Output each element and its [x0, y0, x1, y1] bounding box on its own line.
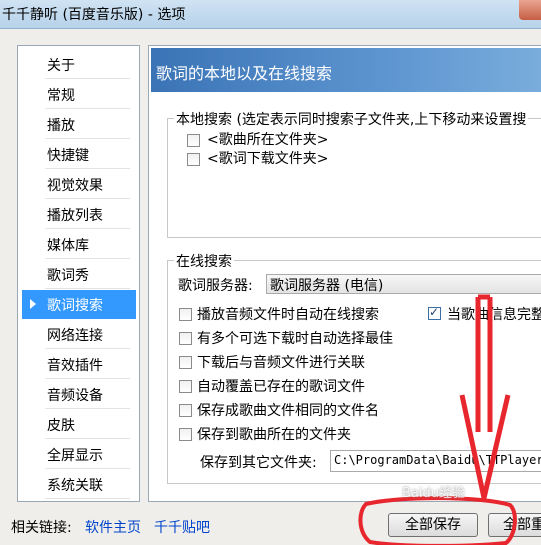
auto-online-search-label: 播放音频文件时自动在线搜索 [197, 307, 379, 323]
nav-item-audio-device[interactable]: 音频设备 [22, 380, 136, 409]
song-folder-checkbox[interactable] [187, 134, 200, 147]
auto-online-search-checkbox[interactable] [179, 308, 192, 321]
save-to-song-folder-checkbox[interactable] [179, 428, 192, 441]
auto-select-best-label: 有多个可选下载时自动选择最佳 [197, 331, 393, 347]
forum-link[interactable]: 千千贴吧 [154, 517, 210, 537]
nav-item-label: 网络连接 [47, 328, 103, 344]
nav-item-effect-plugins[interactable]: 音效插件 [22, 350, 136, 379]
associate-after-download-checkbox[interactable] [179, 356, 192, 369]
lyrics-server-label: 歌词服务器: [178, 278, 253, 294]
song-folder-label: <歌曲所在文件夹> [207, 132, 329, 148]
close-button[interactable] [519, 0, 541, 20]
save-path-label: 保存到其它文件夹: [200, 455, 317, 471]
info-complete-label: 当歌曲信息完整 [447, 307, 541, 323]
nav-item-label: 音效插件 [47, 358, 103, 374]
panel-header: 歌词的本地以及在线搜索 [151, 48, 541, 92]
nav-item-playlist[interactable]: 播放列表 [22, 200, 136, 229]
online-search-title: 在线搜索 [174, 251, 234, 271]
nav-item-lyrics-search[interactable]: 歌词搜索 [22, 290, 136, 319]
homepage-link[interactable]: 软件主页 [85, 517, 141, 537]
nav-item-label: 视觉效果 [47, 178, 103, 194]
save-all-button[interactable]: 全部保存 [388, 513, 478, 537]
related-links-label: 相关链接: [11, 520, 72, 536]
lyrics-download-folder-label: <歌词下载文件夹> [207, 151, 329, 167]
nav-item-label: 快捷键 [47, 148, 89, 164]
nav-item-general[interactable]: 常规 [22, 80, 136, 109]
nav-item-label: 播放列表 [47, 208, 103, 224]
nav-item-label: 全屏显示 [47, 448, 103, 464]
same-filename-label: 保存成歌曲文件相同的文件名 [197, 403, 379, 419]
nav-item-file-association[interactable]: 系统关联 [22, 470, 136, 499]
auto-overwrite-label: 自动覆盖已存在的歌词文件 [197, 379, 365, 395]
nav-item-label: 系统关联 [47, 478, 103, 494]
nav-item-skin[interactable]: 皮肤 [22, 410, 136, 439]
nav-item-label: 常规 [47, 88, 75, 104]
auto-overwrite-checkbox[interactable] [179, 380, 192, 393]
associate-after-download-label: 下载后与音频文件进行关联 [197, 355, 365, 371]
lyrics-download-folder-checkbox[interactable] [187, 153, 200, 166]
nav-item-fullscreen[interactable]: 全屏显示 [22, 440, 136, 469]
selected-arrow-icon [30, 299, 36, 309]
nav-item-label: 关于 [47, 58, 75, 74]
window-title: 千千静听 (百度音乐版) - 选项 [2, 7, 186, 23]
nav-item-label: 媒体库 [47, 238, 89, 254]
nav-item-about[interactable]: 关于 [22, 50, 136, 79]
nav-item-label: 皮肤 [47, 418, 75, 434]
panel-title: 歌词的本地以及在线搜索 [156, 64, 333, 83]
auto-select-best-checkbox[interactable] [179, 332, 192, 345]
nav-item-label: 播放 [47, 118, 75, 134]
title-bar: 千千静听 (百度音乐版) - 选项 [0, 0, 541, 29]
nav-item-lyrics-show[interactable]: 歌词秀 [22, 260, 136, 289]
save-path-field[interactable]: C:\ProgramData\Baidu\TTPlayer [330, 450, 541, 472]
nav-item-label: 音频设备 [47, 388, 103, 404]
local-search-title: 本地搜索 (选定表示同时搜索子文件夹,上下移动来设置搜 [174, 109, 529, 129]
save-to-song-folder-label: 保存到歌曲所在的文件夹 [197, 427, 351, 443]
watermark-text: Baidu经验 [402, 486, 465, 501]
nav-item-label: 歌词搜索 [47, 298, 103, 314]
info-complete-checkbox[interactable] [428, 305, 441, 320]
nav-item-visual-effects[interactable]: 视觉效果 [22, 170, 136, 199]
save-path-value: C:\ProgramData\Baidu\TTPlayer [334, 453, 541, 467]
same-filename-checkbox[interactable] [179, 404, 192, 417]
nav-item-playback[interactable]: 播放 [22, 110, 136, 139]
lyrics-server-dropdown[interactable]: 歌词服务器 (电信) [266, 274, 541, 294]
nav-item-label: 歌词秀 [47, 268, 89, 284]
nav-item-media-library[interactable]: 媒体库 [22, 230, 136, 259]
reset-all-button[interactable]: 全部重 [488, 513, 541, 537]
options-nav: 关于 常规 播放 快捷键 视觉效果 播放列表 媒体库 歌词秀 歌词搜索 网络连接… [17, 45, 140, 502]
nav-item-network[interactable]: 网络连接 [22, 320, 136, 349]
nav-item-hotkeys[interactable]: 快捷键 [22, 140, 136, 169]
lyrics-server-value: 歌词服务器 (电信) [270, 278, 384, 294]
